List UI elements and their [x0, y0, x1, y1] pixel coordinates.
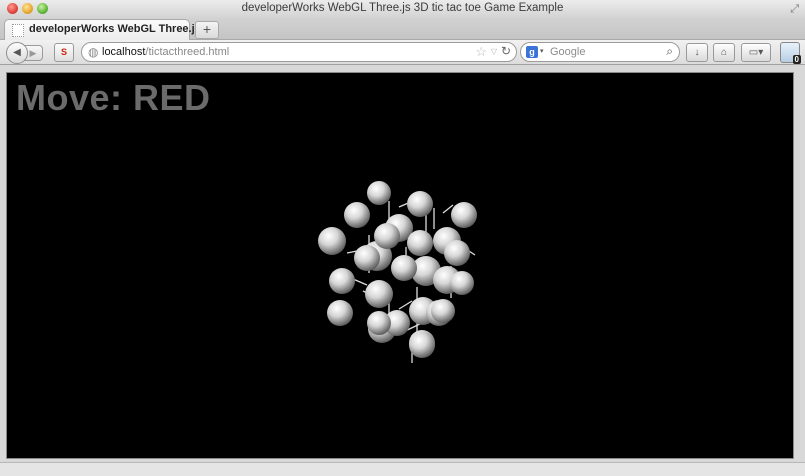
- fullscreen-icon[interactable]: ⤢: [790, 3, 799, 16]
- url-path: /tictacthreed.html: [145, 46, 230, 58]
- board-svg[interactable]: [7, 73, 793, 458]
- nav-buttons: ▶ ◀: [6, 42, 44, 64]
- url-text[interactable]: localhost/tictacthreed.html: [102, 46, 229, 58]
- board-piece[interactable]: [354, 245, 380, 271]
- board-piece[interactable]: [450, 271, 474, 295]
- tab-strip: developerWorks WebGL Three.js... +: [0, 18, 805, 40]
- back-button[interactable]: ◀: [6, 42, 28, 64]
- board-piece[interactable]: [344, 202, 370, 228]
- globe-icon: ◍: [88, 45, 99, 59]
- board-piece[interactable]: [391, 255, 417, 281]
- move-status: Move: RED: [16, 77, 211, 118]
- addon-s-icon[interactable]: S: [54, 43, 74, 62]
- board-pieces[interactable]: [318, 181, 477, 358]
- engine-dropdown-icon[interactable]: ▾: [540, 47, 544, 55]
- webgl-canvas[interactable]: Move: RED: [6, 72, 794, 459]
- new-tab-button[interactable]: +: [195, 21, 219, 39]
- tab-active[interactable]: developerWorks WebGL Three.js...: [4, 19, 210, 40]
- board-piece[interactable]: [451, 202, 477, 228]
- board-piece[interactable]: [365, 280, 393, 308]
- window-bottom-edge: [0, 462, 805, 476]
- board-piece[interactable]: [367, 181, 391, 205]
- board-piece[interactable]: [374, 223, 400, 249]
- search-bar[interactable]: g ▾ Google ⌕: [520, 42, 680, 62]
- board-piece[interactable]: [367, 311, 391, 335]
- bookmark-star-icon[interactable]: ☆: [475, 44, 487, 60]
- board-piece[interactable]: [327, 300, 353, 326]
- downloads-button[interactable]: ↓: [686, 43, 708, 62]
- history-dropdown-icon[interactable]: ▽: [491, 47, 497, 56]
- tab-label: developerWorks WebGL Three.js...: [29, 23, 210, 35]
- board-piece[interactable]: [329, 268, 355, 294]
- board-piece[interactable]: [407, 230, 433, 256]
- board-piece[interactable]: [318, 227, 346, 255]
- board-piece[interactable]: [444, 240, 470, 266]
- search-input[interactable]: Google: [550, 46, 585, 58]
- navigation-toolbar: ▶ ◀ S ◍ localhost/tictacthreed.html ☆ ▽ …: [0, 40, 805, 65]
- window-title: developerWorks WebGL Three.js 3D tic tac…: [241, 2, 564, 14]
- menu-button[interactable]: ▭▾: [741, 43, 771, 62]
- board-piece[interactable]: [409, 332, 435, 358]
- board-rod: [352, 278, 368, 286]
- window-titlebar: developerWorks WebGL Three.js 3D tic tac…: [0, 0, 805, 18]
- address-bar[interactable]: ◍ localhost/tictacthreed.html ☆ ▽ ↻: [81, 42, 517, 62]
- page-favicon-icon: [12, 24, 24, 37]
- google-engine-icon[interactable]: g: [526, 46, 538, 58]
- addon-badge-count: 0: [792, 55, 801, 64]
- addon-badge-icon[interactable]: 0: [780, 42, 801, 64]
- home-button[interactable]: ⌂: [713, 43, 735, 62]
- search-icon[interactable]: ⌕: [666, 44, 673, 59]
- board-piece[interactable]: [431, 299, 455, 323]
- reload-icon[interactable]: ↻: [501, 44, 511, 58]
- board-piece[interactable]: [407, 191, 433, 217]
- url-host: localhost: [102, 46, 146, 58]
